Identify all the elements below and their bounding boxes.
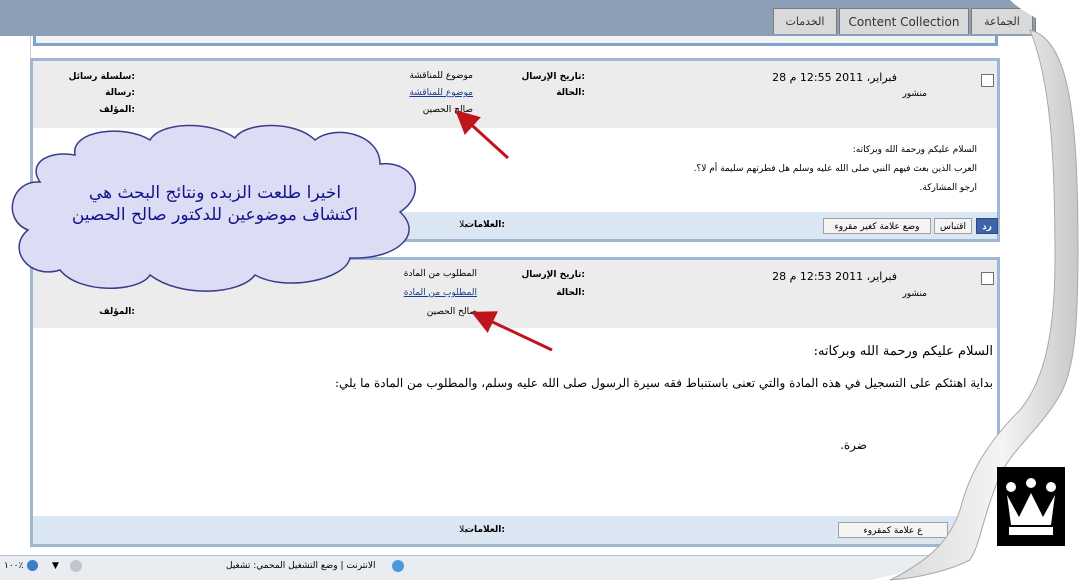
crown-logo-icon bbox=[997, 467, 1065, 546]
author-label: المؤلف: bbox=[99, 307, 135, 317]
author-label: المؤلف: bbox=[99, 105, 135, 115]
status-label: الحالة: bbox=[556, 88, 585, 98]
previous-post-edge bbox=[33, 36, 998, 46]
annotation-arrows bbox=[455, 110, 553, 352]
post-footer: العلامات: بلا ع علامة كمقروء bbox=[33, 516, 997, 544]
callout-line-2: اكتشاف موضوعين للدكتور صالح الحصين bbox=[71, 205, 359, 225]
zoom-dropdown-icon[interactable]: ▼ bbox=[52, 561, 59, 571]
callout-text: اخيرا طلعت الزبده ونتائج البحث هي اكتشاف… bbox=[30, 182, 400, 226]
callout-line-1: اخيرا طلعت الزبده ونتائج البحث هي bbox=[88, 183, 342, 203]
arrow-to-author-1 bbox=[455, 110, 510, 160]
post-body-line: ضرة. bbox=[840, 438, 867, 452]
zoom-icon[interactable] bbox=[27, 560, 38, 571]
arrow-to-author-2 bbox=[471, 311, 553, 352]
tab-services[interactable]: الخدمات bbox=[773, 8, 837, 34]
tags-value: بلا bbox=[459, 525, 467, 535]
thread-label: سلسلة رسائل: bbox=[68, 72, 135, 82]
topic-label: موضوع للمناقشة bbox=[409, 71, 473, 81]
security-icon bbox=[70, 560, 82, 572]
globe-icon bbox=[392, 560, 404, 572]
zoom-level[interactable]: ١٠٠٪ bbox=[4, 561, 23, 571]
browser-status-bar: ١٠٠٪ ▼ الانترنت | وضع التشغيل المحمي: تش… bbox=[0, 555, 1010, 580]
tags-label: العلامات: bbox=[465, 525, 505, 535]
zone-status-text: الانترنت | وضع التشغيل المحمي: تشغيل bbox=[226, 561, 376, 571]
message-label: رسالة: bbox=[105, 88, 135, 98]
topic-link[interactable]: موضوع للمناقشة bbox=[409, 88, 473, 98]
send-date-label: تاريخ الإرسال: bbox=[521, 72, 585, 82]
